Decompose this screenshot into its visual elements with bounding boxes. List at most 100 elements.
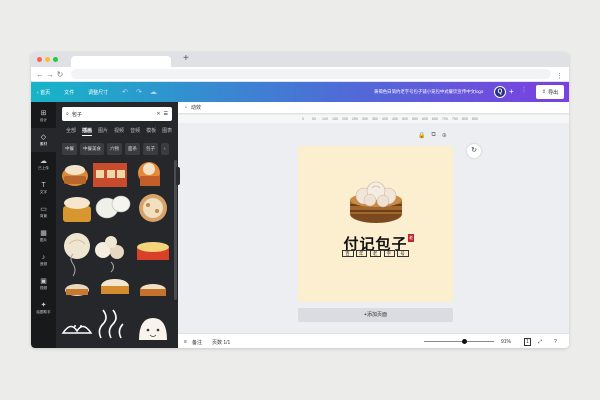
category-tab[interactable]: 插画 [82,127,93,136]
ruler-tick: 0 [302,117,304,121]
notes-button[interactable]: 备注 [192,339,202,346]
rail-item[interactable]: ☁ 已上传 [31,152,56,176]
result-item[interactable] [101,261,129,294]
category-tab[interactable]: 音频 [130,127,140,136]
undo-icon[interactable]: ↶ [122,88,128,96]
result-item[interactable] [62,165,88,186]
fullscreen-icon[interactable]: ⤢ [538,339,542,345]
result-item[interactable] [61,325,93,334]
file-menu[interactable]: 文件 [64,89,74,96]
rail-icon: ☁ [40,157,47,165]
url-input[interactable] [71,69,551,79]
minimize-window-icon[interactable] [45,57,50,62]
category-tab[interactable]: 图片 [98,127,108,136]
maximize-window-icon[interactable] [53,57,58,62]
zoom-slider-handle[interactable] [462,339,467,344]
collapse-panel-handle[interactable] [176,167,180,185]
rail-label: 音频 [39,261,48,266]
document-title[interactable]: 黄褐色白简约老字号包子铺小笼包中式餐饮宣传中文logo [374,89,483,95]
back-icon[interactable]: ← [35,70,45,79]
category-tab[interactable]: 视频 [114,127,124,136]
logo-subtitle[interactable]: 百 年 老 字 号 [298,250,453,257]
refresh-icon[interactable]: ↻ [467,144,481,158]
rail-label: 图片 [39,237,48,242]
keyword-chips: 中餐 中餐美食 六物 面条 包子 › [62,143,169,155]
notes-icon[interactable]: ≡ [184,339,187,345]
rail-item[interactable]: T 文字 [31,176,56,200]
subtitle-char: 字 [383,250,396,257]
result-item[interactable] [98,309,124,339]
subtitle-char: 年 [355,250,368,257]
browser-menu-icon[interactable]: ⋮ [556,72,563,80]
rail-item[interactable]: ⊞ 设计 [31,104,56,128]
cloud-save-icon[interactable]: ☁ [150,88,157,96]
side-rail: ⊞ 设计 ◇ 素材 ☁ 已上传 T 文字 ▭ 背景 ▦ 图片 ♪ 音频 ▣ 视频 ✦ 绘图助手 [31,102,56,348]
rail-item[interactable]: ✦ 绘图助手 [31,296,56,320]
zoom-slider[interactable] [424,341,494,342]
keyword-chip[interactable]: 中餐 [62,143,77,155]
keyword-chip[interactable]: 中餐美食 [80,143,104,155]
export-button[interactable]: ⇪ 导出 [536,85,564,99]
result-item[interactable] [63,197,91,222]
avatar[interactable]: Q [494,86,506,98]
browser-tab[interactable] [71,56,171,67]
search-input[interactable]: 包子 [72,111,82,118]
forward-icon[interactable]: → [45,70,55,79]
search-box[interactable]: ⌕ 包子 ✕ ☰ [62,107,172,121]
zoom-level[interactable]: 91% [501,339,511,345]
result-item[interactable] [95,236,124,259]
rail-item[interactable]: ▦ 图片 [31,224,56,248]
help-icon[interactable]: ? [554,339,557,345]
new-tab-button[interactable]: + [183,53,189,65]
lock-icon[interactable]: 🔒 [418,132,425,139]
reload-icon[interactable]: ↻ [55,70,65,79]
invite-button[interactable]: + [509,87,514,96]
add-page-icon[interactable]: ⊕ [442,132,447,139]
result-item[interactable] [95,195,131,219]
category-tab[interactable]: 图表 [162,127,172,136]
result-item[interactable] [65,253,89,296]
result-item[interactable] [140,284,166,296]
keyword-chip[interactable]: › [161,143,169,155]
add-page-button[interactable]: +添加页面 [298,308,453,322]
rail-item[interactable]: ▣ 视频 [31,272,56,296]
rail-item[interactable]: ◇ 素材 [31,128,56,152]
keyword-chip[interactable]: 面条 [125,143,140,155]
result-item[interactable] [64,233,90,259]
result-item[interactable] [137,242,169,260]
ruler-tick: 200 [342,117,348,121]
keyword-chip[interactable]: 包子 [143,143,158,155]
element-panel: ⌕ 包子 ✕ ☰ 全部 插画 图片 视频 音频 模板 图表 中餐 中餐美食 六物 面条 包子 › [56,102,178,348]
seal-stamp[interactable]: 老 [408,234,414,242]
steamer-illustration[interactable] [298,146,453,231]
animate-icon[interactable]: ◔ [184,105,187,111]
result-item[interactable] [138,162,160,186]
result-item[interactable] [93,163,127,187]
keyword-chip[interactable]: 六物 [107,143,122,155]
category-tab[interactable]: 模板 [146,127,156,136]
duplicate-page-icon[interactable]: ⧉ [431,132,435,139]
page-count-badge[interactable]: 1 [524,338,531,346]
close-window-icon[interactable] [37,57,42,62]
rail-icon: ◇ [40,133,47,141]
page-counter[interactable]: 页数 1/1 [212,339,230,346]
filter-icon[interactable]: ☰ [164,111,168,117]
rail-item[interactable]: ♪ 音频 [31,248,56,272]
rail-label: 设计 [39,117,48,122]
subtitle-char: 老 [369,250,382,257]
rail-label: 已上传 [38,165,49,170]
home-button[interactable]: ‹ 首页 [37,89,50,96]
rail-icon: ⊞ [40,109,47,117]
stats-icon[interactable]: ⫶ [523,87,525,95]
result-item[interactable] [139,318,167,340]
rail-item[interactable]: ▭ 背景 [31,200,56,224]
resize-menu[interactable]: 调整尺寸 [88,89,108,96]
design-canvas[interactable]: 付记包子 老 百 年 老 字 号 [298,146,453,302]
result-item[interactable] [139,194,167,222]
animate-button[interactable]: 动效 [191,104,201,111]
rail-icon: ▣ [40,277,47,285]
redo-icon[interactable]: ↷ [136,88,142,96]
category-tab[interactable]: 全部 [66,127,76,136]
rail-icon: ✦ [40,301,47,309]
clear-search-icon[interactable]: ✕ [156,111,160,117]
